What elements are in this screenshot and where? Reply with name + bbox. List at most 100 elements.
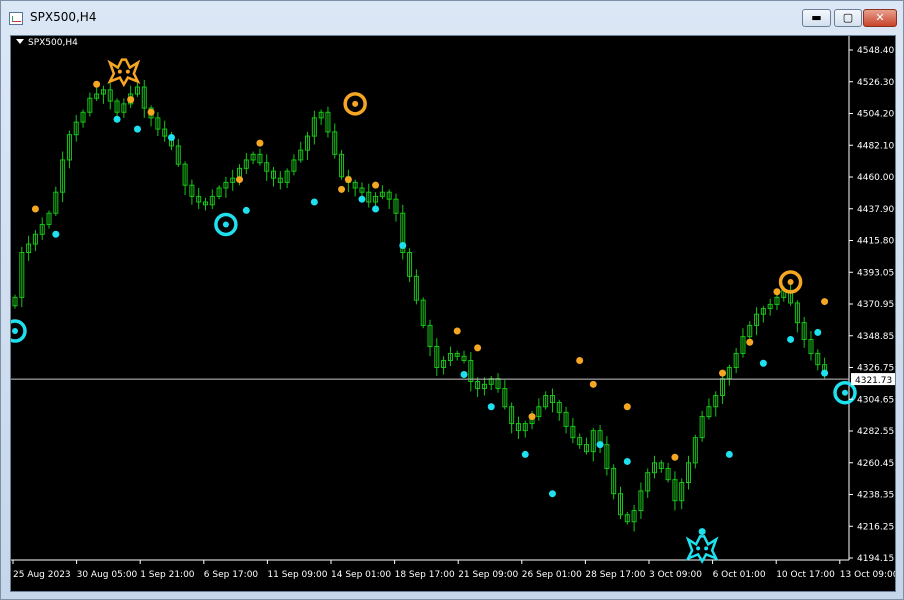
peak-dot — [671, 453, 679, 461]
trough-dot — [460, 371, 468, 379]
peak-ring-center — [352, 100, 359, 107]
x-tick-label: 25 Aug 2023 — [13, 570, 71, 580]
x-tick-label: 13 Oct 09:00 — [840, 570, 895, 580]
trough-dot — [372, 205, 380, 213]
maximize-icon: ▢ — [842, 11, 854, 24]
cat-face-icon — [685, 535, 719, 564]
cat-face-icon-shape — [685, 535, 719, 564]
y-tick-label: 4437.90 — [857, 205, 894, 215]
peak-dot — [338, 185, 346, 193]
x-tick-label: 10 Oct 17:00 — [776, 570, 835, 580]
x-tick-label: 26 Sep 01:00 — [522, 570, 582, 580]
trough-dot — [399, 241, 407, 249]
y-tick-label: 4238.35 — [857, 491, 894, 501]
y-tick-label: 4415.80 — [857, 237, 894, 247]
trough-dot — [521, 450, 529, 458]
cat-face-icon-eye — [696, 546, 701, 551]
y-tick-label: 4194.15 — [857, 554, 894, 564]
trough-dot — [623, 457, 631, 465]
bat-glyph-icon-eye — [117, 69, 122, 74]
y-tick-label: 4348.85 — [857, 332, 894, 342]
current-price-text: 4321.73 — [855, 376, 892, 386]
x-tick-label: 14 Sep 01:00 — [331, 570, 391, 580]
trough-dot — [358, 195, 366, 203]
x-tick-label: 6 Oct 01:00 — [713, 570, 766, 580]
peak-dot — [474, 344, 482, 352]
peak-dot — [821, 298, 829, 306]
bat-glyph-icon-eye — [125, 69, 130, 74]
x-tick-label: 3 Oct 09:00 — [649, 570, 702, 580]
peak-dot — [256, 139, 264, 147]
trough-dot — [725, 450, 733, 458]
minimize-icon: ▬ — [811, 11, 822, 24]
dropdown-triangle-icon — [16, 39, 24, 44]
close-button[interactable]: ✕ — [863, 9, 897, 27]
app-window: SPX500,H4 ▬ ▢ ✕ 4548.40 4526.30 4504.20 448… — [0, 0, 904, 600]
price-chart-svg[interactable]: 4548.40 4526.30 4504.20 4482.10 4460.00 4437.… — [11, 36, 895, 591]
chart-area[interactable]: 4548.40 4526.30 4504.20 4482.10 4460.00 4437.… — [10, 35, 896, 592]
peak-dot — [623, 403, 631, 411]
peak-dot — [127, 96, 135, 104]
maximize-button[interactable]: ▢ — [834, 9, 862, 27]
title-bar[interactable]: SPX500,H4 ▬ ▢ ✕ — [1, 1, 903, 35]
trough-dot — [113, 115, 121, 123]
chart-symbol-text: SPX500,H4 — [28, 38, 78, 48]
bat-glyph-icon — [107, 58, 141, 88]
y-tick-label: 4304.65 — [857, 395, 894, 405]
y-tick-label: 4393.05 — [857, 268, 894, 278]
trough-dot — [698, 528, 706, 536]
x-tick-label: 21 Sep 09:00 — [458, 570, 518, 580]
x-tick-label: 18 Sep 17:00 — [395, 570, 455, 580]
trough-dot — [167, 134, 175, 142]
peak-dot — [773, 288, 781, 296]
y-tick-label: 4460.00 — [857, 173, 894, 183]
trough-dot — [487, 403, 495, 411]
peak-dot — [236, 176, 244, 184]
peak-dot — [719, 369, 727, 377]
x-tick-label: 28 Sep 17:00 — [585, 570, 645, 580]
trough-dot — [548, 490, 556, 498]
y-tick-label: 4504.20 — [857, 110, 894, 120]
cat-face-icon-eye — [704, 546, 709, 551]
close-icon: ✕ — [875, 11, 885, 24]
peak-dot — [93, 80, 101, 88]
peak-dot — [589, 380, 597, 388]
trough-dot — [787, 335, 795, 343]
trough-dot — [759, 359, 767, 367]
peak-dot — [746, 338, 754, 346]
y-tick-label: 4526.30 — [857, 78, 894, 88]
minimize-button[interactable]: ▬ — [802, 9, 831, 27]
x-tick-label: 6 Sep 17:00 — [204, 570, 259, 580]
peak-dot — [147, 108, 155, 116]
trough-dot — [52, 230, 60, 238]
y-tick-label: 4482.10 — [857, 141, 894, 151]
trough-ring-center — [12, 328, 18, 335]
y-tick-label: 4548.40 — [857, 46, 894, 56]
peak-dot — [576, 356, 584, 364]
trough-dot — [133, 125, 141, 133]
trough-dot — [596, 441, 604, 449]
y-tick-label: 4326.75 — [857, 364, 894, 374]
y-tick-label: 4216.25 — [857, 522, 894, 532]
trough-dot — [821, 369, 829, 377]
peak-dot — [344, 176, 352, 184]
trough-ring-center — [222, 221, 229, 228]
peak-dot — [453, 327, 461, 335]
y-tick-label: 4260.45 — [857, 459, 894, 469]
peak-dot — [31, 205, 39, 213]
trough-dot — [310, 198, 318, 206]
x-tick-label: 1 Sep 21:00 — [140, 570, 195, 580]
x-tick-label: 30 Aug 05:00 — [77, 570, 138, 580]
peak-ring-center — [787, 278, 794, 285]
y-tick-label: 4370.95 — [857, 300, 894, 310]
trough-dot — [242, 206, 250, 214]
peak-dot — [372, 181, 380, 189]
trough-ring-center — [842, 389, 848, 396]
chart-app-icon — [9, 12, 23, 25]
y-tick-label: 4282.55 — [857, 427, 894, 437]
trough-dot — [814, 328, 822, 336]
peak-dot — [528, 413, 536, 421]
bat-glyph-icon-shape — [107, 58, 141, 88]
window-title: SPX500,H4 — [30, 10, 97, 24]
chart-symbol-label[interactable]: SPX500,H4 — [16, 38, 78, 48]
